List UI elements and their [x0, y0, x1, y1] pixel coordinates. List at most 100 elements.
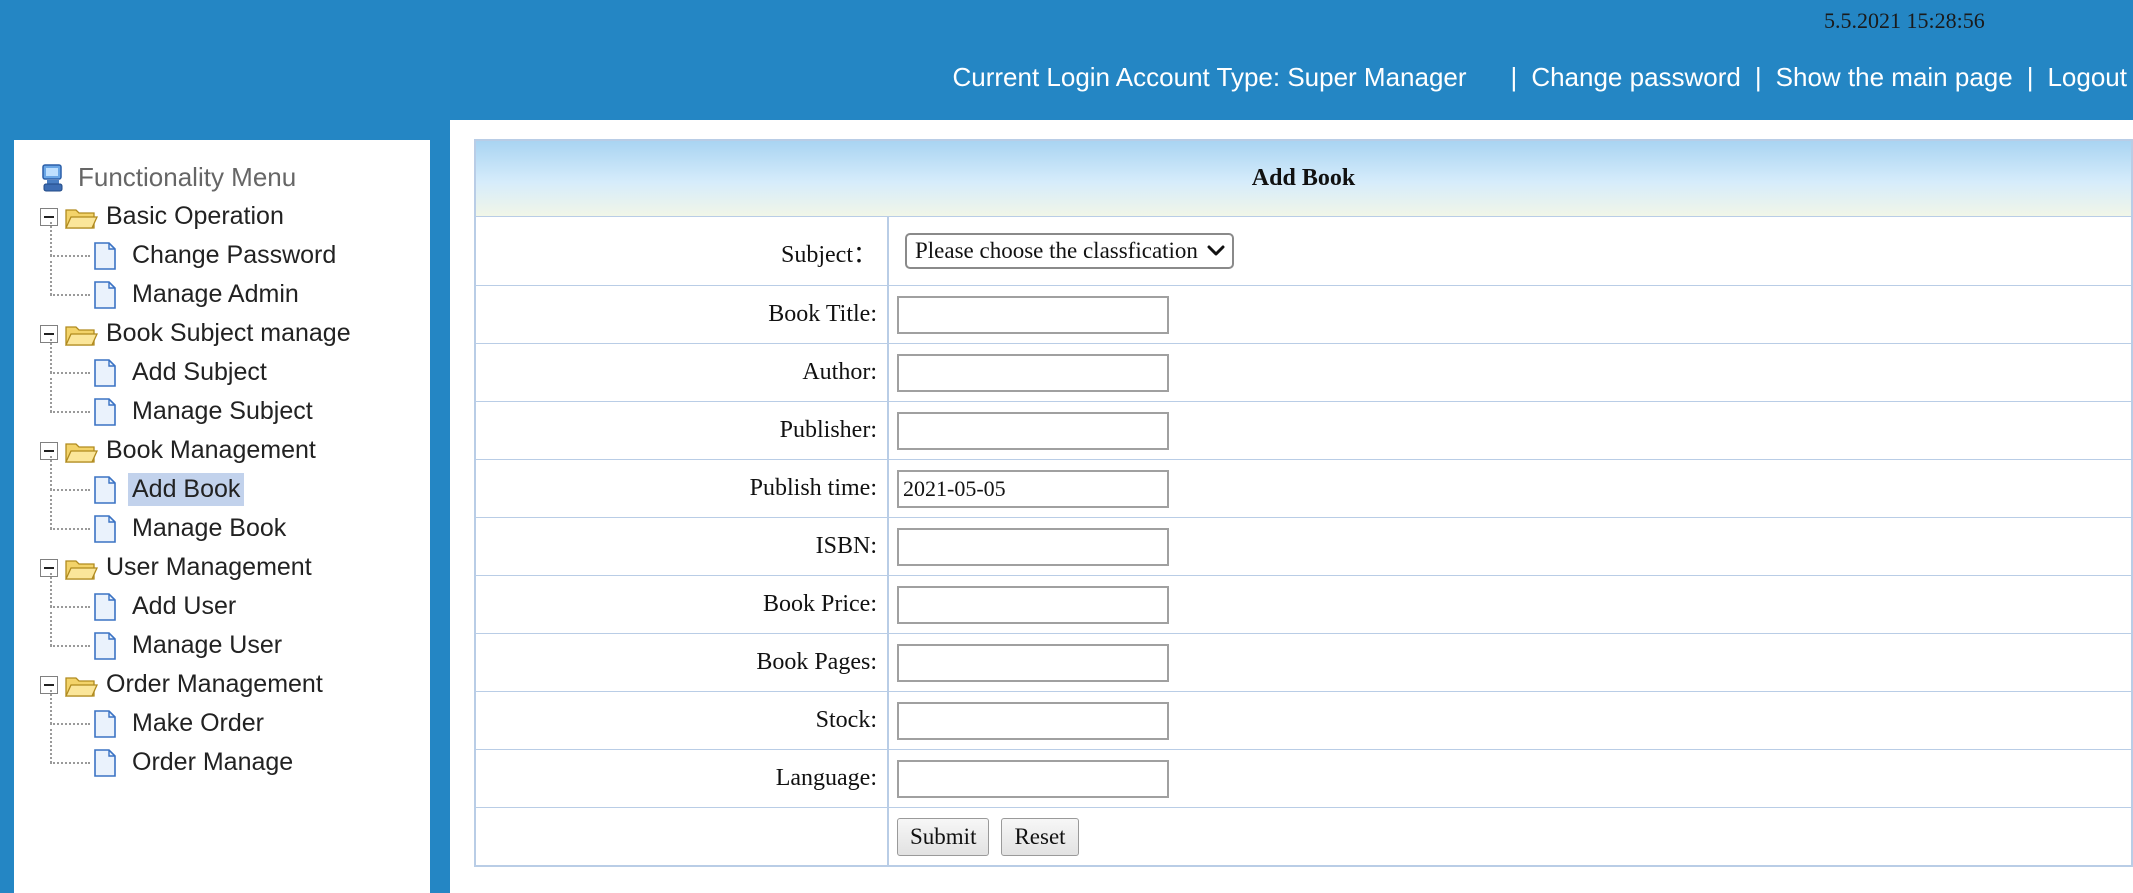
add-book-form: Add Book Subject： Please choose the clas… [474, 139, 2133, 867]
form-row-author: Author: [476, 343, 2131, 401]
form-row-language: Language: [476, 749, 2131, 807]
folder-open-icon [64, 208, 98, 229]
sidebar-item-label[interactable]: Manage Subject [128, 395, 317, 428]
page-icon [94, 748, 116, 777]
folder-open-icon [64, 676, 98, 697]
collapse-icon[interactable] [40, 675, 58, 694]
author-label: Author: [476, 344, 889, 401]
sidebar-item-manage-admin[interactable]: Manage Admin [38, 261, 351, 314]
book-title-label: Book Title: [476, 286, 889, 343]
sidebar-item-label-active[interactable]: Add Book [128, 473, 245, 506]
tree-title: Functionality Menu [78, 162, 297, 192]
publisher-label: Publisher: [476, 402, 889, 459]
nav-separator: | [1510, 62, 1518, 92]
page-icon [94, 280, 116, 309]
sidebar-item-order-manage[interactable]: Order Manage [38, 729, 351, 782]
logout-link[interactable]: Logout [2047, 62, 2127, 93]
sidebar: Functionality Menu Basic Operation Chang… [14, 140, 430, 893]
page-icon [94, 631, 116, 660]
subject-select-value: Please choose the classfication [915, 238, 1198, 263]
language-input[interactable] [897, 759, 1169, 798]
book-price-input[interactable] [897, 585, 1169, 624]
functionality-tree: Functionality Menu Basic Operation Chang… [38, 158, 351, 782]
header-datetime: 5.5.2021 15:28:56 [1824, 8, 1985, 33]
book-pages-label: Book Pages: [476, 634, 889, 691]
stock-label: Stock: [476, 692, 889, 749]
subject-label: Subject： [476, 217, 889, 285]
form-row-book-pages: Book Pages: [476, 633, 2131, 691]
sidebar-item-manage-subject[interactable]: Manage Subject [38, 378, 351, 431]
sidebar-item-label[interactable]: Change Password [128, 239, 340, 272]
sidebar-item-manage-book[interactable]: Manage Book [38, 495, 351, 548]
main-content: Add Book Subject： Please choose the clas… [450, 120, 2133, 893]
book-title-input[interactable] [897, 295, 1169, 334]
collapse-icon[interactable] [40, 441, 58, 460]
show-main-page-link[interactable]: Show the main page [1776, 62, 2013, 93]
page-icon [94, 592, 116, 621]
folder-open-icon [64, 325, 98, 346]
sidebar-item-label[interactable]: Manage User [128, 629, 286, 662]
book-price-label: Book Price: [476, 576, 889, 633]
sidebar-item-label[interactable]: Manage Book [128, 512, 290, 545]
sidebar-item-label[interactable]: Manage Admin [128, 278, 303, 311]
nav-separator: | [1754, 62, 1762, 92]
tree-group-label: Order Management [106, 670, 323, 698]
publish-time-label: Publish time: [476, 460, 889, 517]
tree-group-order-management[interactable]: Order Management [38, 665, 351, 704]
chevron-down-icon [1207, 245, 1225, 256]
language-label: Language: [476, 750, 889, 807]
tree-group-label: Basic Operation [106, 202, 284, 230]
form-row-subject: Subject： Please choose the classfication [476, 217, 2131, 285]
form-row-publish-time: Publish time: [476, 459, 2131, 517]
sidebar-item-add-user[interactable]: Add User [38, 573, 351, 626]
tree-group-label: Book Management [106, 436, 316, 464]
form-row-book-title: Book Title: [476, 285, 2131, 343]
sidebar-item-add-subject[interactable]: Add Subject [38, 339, 351, 392]
sidebar-item-make-order[interactable]: Make Order [38, 690, 351, 743]
form-title: Add Book [476, 141, 2131, 217]
book-pages-input[interactable] [897, 643, 1169, 682]
page-icon [94, 514, 116, 543]
sidebar-item-label[interactable]: Add Subject [128, 356, 271, 389]
tree-group-basic-operation[interactable]: Basic Operation [38, 197, 351, 236]
reset-button[interactable]: Reset [1001, 817, 1079, 856]
form-row-isbn: ISBN: [476, 517, 2131, 575]
tree-group-book-management[interactable]: Book Management [38, 431, 351, 470]
subject-select[interactable]: Please choose the classfication [905, 233, 1234, 269]
tree-group-label: Book Subject manage [106, 319, 351, 347]
tree-group-book-subject-manage[interactable]: Book Subject manage [38, 314, 351, 353]
top-navigation: Current Login Account Type: Super Manage… [952, 62, 2127, 93]
publish-time-input[interactable] [897, 469, 1169, 508]
isbn-label: ISBN: [476, 518, 889, 575]
form-row-stock: Stock: [476, 691, 2131, 749]
page-icon [94, 475, 116, 504]
tree-group-label: User Management [106, 553, 312, 581]
submit-button[interactable]: Submit [897, 817, 990, 856]
form-row-book-price: Book Price: [476, 575, 2131, 633]
nav-separator: | [2026, 62, 2034, 92]
form-row-publisher: Publisher: [476, 401, 2131, 459]
folder-open-icon [64, 442, 98, 463]
form-row-actions: Submit Reset [476, 807, 2131, 865]
publisher-input[interactable] [897, 411, 1169, 450]
tree-root: Functionality Menu [38, 158, 351, 197]
change-password-link[interactable]: Change password [1531, 62, 1741, 93]
isbn-input[interactable] [897, 527, 1169, 566]
folder-open-icon [64, 559, 98, 580]
page-icon [94, 709, 116, 738]
author-input[interactable] [897, 353, 1169, 392]
sidebar-item-label[interactable]: Make Order [128, 707, 268, 740]
tree-group-user-management[interactable]: User Management [38, 548, 351, 587]
collapse-icon[interactable] [40, 558, 58, 577]
page-icon [94, 241, 116, 270]
sidebar-item-change-password[interactable]: Change Password [38, 222, 351, 275]
collapse-icon[interactable] [40, 207, 58, 226]
sidebar-item-label[interactable]: Order Manage [128, 746, 297, 779]
stock-input[interactable] [897, 701, 1169, 740]
sidebar-item-add-book[interactable]: Add Book [38, 456, 351, 509]
sidebar-item-label[interactable]: Add User [128, 590, 240, 623]
computer-icon [42, 163, 63, 191]
page-icon [94, 397, 116, 426]
sidebar-item-manage-user[interactable]: Manage User [38, 612, 351, 665]
collapse-icon[interactable] [40, 324, 58, 343]
